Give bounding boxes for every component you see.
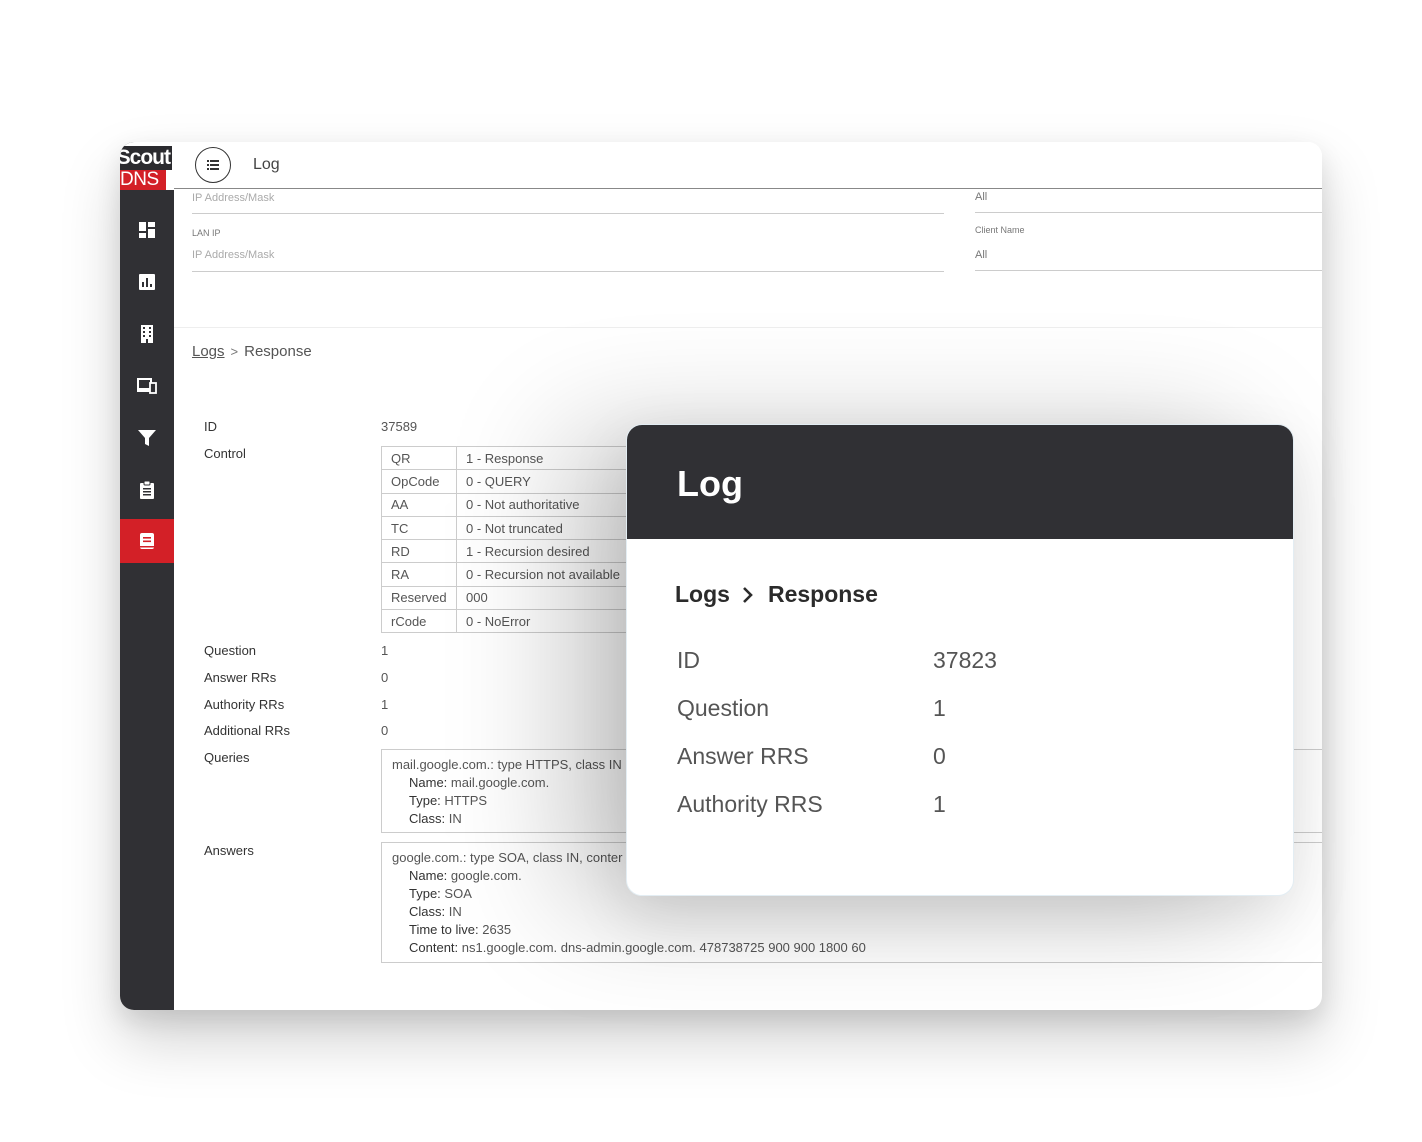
- id-value: 37589: [381, 419, 418, 434]
- dashboard-icon: [139, 222, 155, 238]
- control-key: AA: [381, 492, 457, 517]
- card-breadcrumb-current: Response: [767, 581, 878, 607]
- lan-ip-label: LAN IP: [192, 228, 221, 238]
- answer-rrs-value: 0: [381, 670, 389, 685]
- breadcrumb: Logs > Response: [192, 343, 312, 360]
- answer-rrs-label: Answer RRs: [204, 670, 277, 685]
- menu-button[interactable]: [195, 147, 231, 183]
- lan-ip-input[interactable]: IP Address/Mask: [192, 249, 274, 261]
- id-label: ID: [204, 419, 217, 434]
- queries-label: Queries: [204, 750, 250, 765]
- logo-scout-text: Scout: [120, 146, 172, 170]
- query-class-key: Class:: [409, 811, 446, 826]
- breadcrumb-current: Response: [244, 343, 312, 360]
- control-key: QR: [381, 445, 457, 471]
- card-question-label: Question: [677, 695, 770, 721]
- card-question-value: 1: [933, 695, 946, 721]
- card-authority-value: 1: [933, 791, 946, 817]
- logo-dns-text: DNS: [120, 170, 166, 190]
- answer-type-value: SOA: [444, 886, 472, 901]
- sidebar-item-tasks[interactable]: [120, 468, 174, 512]
- question-label: Question: [204, 643, 257, 658]
- control-key: rCode: [381, 609, 457, 634]
- card-id-label: ID: [677, 647, 700, 673]
- sidebar-item-devices[interactable]: [120, 364, 174, 408]
- question-value: 1: [381, 643, 389, 658]
- answer-class-line: Class: IN: [392, 903, 1312, 921]
- sidebar-item-filters[interactable]: [120, 416, 174, 460]
- answer-class-value: IN: [448, 904, 462, 919]
- clipboard-icon: [140, 480, 154, 499]
- additional-rrs-value: 0: [381, 723, 389, 738]
- filter-icon: [138, 430, 156, 446]
- control-key: RA: [381, 562, 457, 587]
- sidebar-item-logs[interactable]: [120, 519, 174, 563]
- wan-right-underline: [975, 212, 1322, 213]
- card-authority-label: Authority RRS: [677, 791, 823, 817]
- query-name-value: mail.google.com.: [450, 775, 550, 790]
- card-breadcrumb-logs[interactable]: Logs: [675, 581, 730, 608]
- answer-ttl-key: Time to live:: [409, 922, 479, 937]
- additional-rrs-label: Additional RRs: [204, 723, 290, 738]
- page-title: Log: [253, 156, 280, 173]
- sidebar-item-organization[interactable]: [120, 312, 174, 356]
- wan-ip-underline: [192, 213, 944, 214]
- answer-content-key: Content:: [409, 940, 459, 955]
- query-type-key: Type:: [409, 793, 441, 808]
- query-name-key: Name:: [409, 775, 448, 790]
- breadcrumb-separator: >: [230, 344, 239, 359]
- wan-ip-input[interactable]: IP Address/Mask: [192, 192, 274, 204]
- client-name-underline: [975, 270, 1322, 271]
- wan-right-select[interactable]: All: [975, 191, 987, 203]
- answer-name-value: google.com.: [450, 868, 522, 883]
- query-type-value: HTTPS: [444, 793, 488, 808]
- answer-content-line: Content: ns1.google.com. dns-admin.googl…: [392, 939, 1312, 957]
- breadcrumb-logs-link[interactable]: Logs: [192, 343, 225, 360]
- client-name-select[interactable]: All: [975, 249, 987, 261]
- control-key: TC: [381, 515, 457, 541]
- card-answer-label: Answer RRS: [677, 743, 809, 769]
- answer-content-value: ns1.google.com. dns-admin.google.com. 47…: [461, 940, 866, 955]
- card-breadcrumb: Logs Response: [675, 581, 878, 608]
- client-name-label: Client Name: [975, 225, 1025, 235]
- reports-icon: [139, 274, 155, 290]
- answers-label: Answers: [204, 843, 254, 858]
- answer-name-key: Name:: [409, 868, 448, 883]
- lan-ip-underline: [192, 271, 944, 272]
- card-header: Log: [627, 425, 1293, 539]
- top-bar: Log: [174, 142, 1322, 189]
- sidebar-item-reports[interactable]: [120, 260, 174, 304]
- chevron-right-icon: [742, 586, 754, 604]
- answer-ttl-line: Time to live: 2635: [392, 921, 1312, 939]
- control-key: RD: [381, 539, 457, 564]
- control-label: Control: [204, 446, 246, 461]
- sidebar-item-dashboard[interactable]: [120, 208, 174, 252]
- authority-rrs-label: Authority RRs: [204, 697, 285, 712]
- query-class-value: IN: [448, 811, 462, 826]
- card-title: Log: [677, 463, 743, 504]
- logo[interactable]: Scout DNS: [120, 142, 174, 190]
- card-id-value: 37823: [933, 647, 997, 673]
- answer-type-key: Type:: [409, 886, 441, 901]
- control-key: Reserved: [381, 585, 457, 611]
- devices-icon: [137, 378, 157, 394]
- authority-rrs-value: 1: [381, 697, 389, 712]
- control-key: OpCode: [381, 469, 457, 494]
- logbook-icon: [140, 533, 154, 549]
- card-answer-value: 0: [933, 743, 946, 769]
- log-detail-card: Log Logs Response ID 37823 Question 1 An…: [626, 424, 1294, 896]
- answer-class-key: Class:: [409, 904, 446, 919]
- section-divider: [174, 327, 1322, 328]
- list-icon: [207, 160, 219, 170]
- sidebar: Scout DNS: [120, 142, 174, 1010]
- building-icon: [141, 325, 153, 343]
- answer-ttl-value: 2635: [482, 922, 512, 937]
